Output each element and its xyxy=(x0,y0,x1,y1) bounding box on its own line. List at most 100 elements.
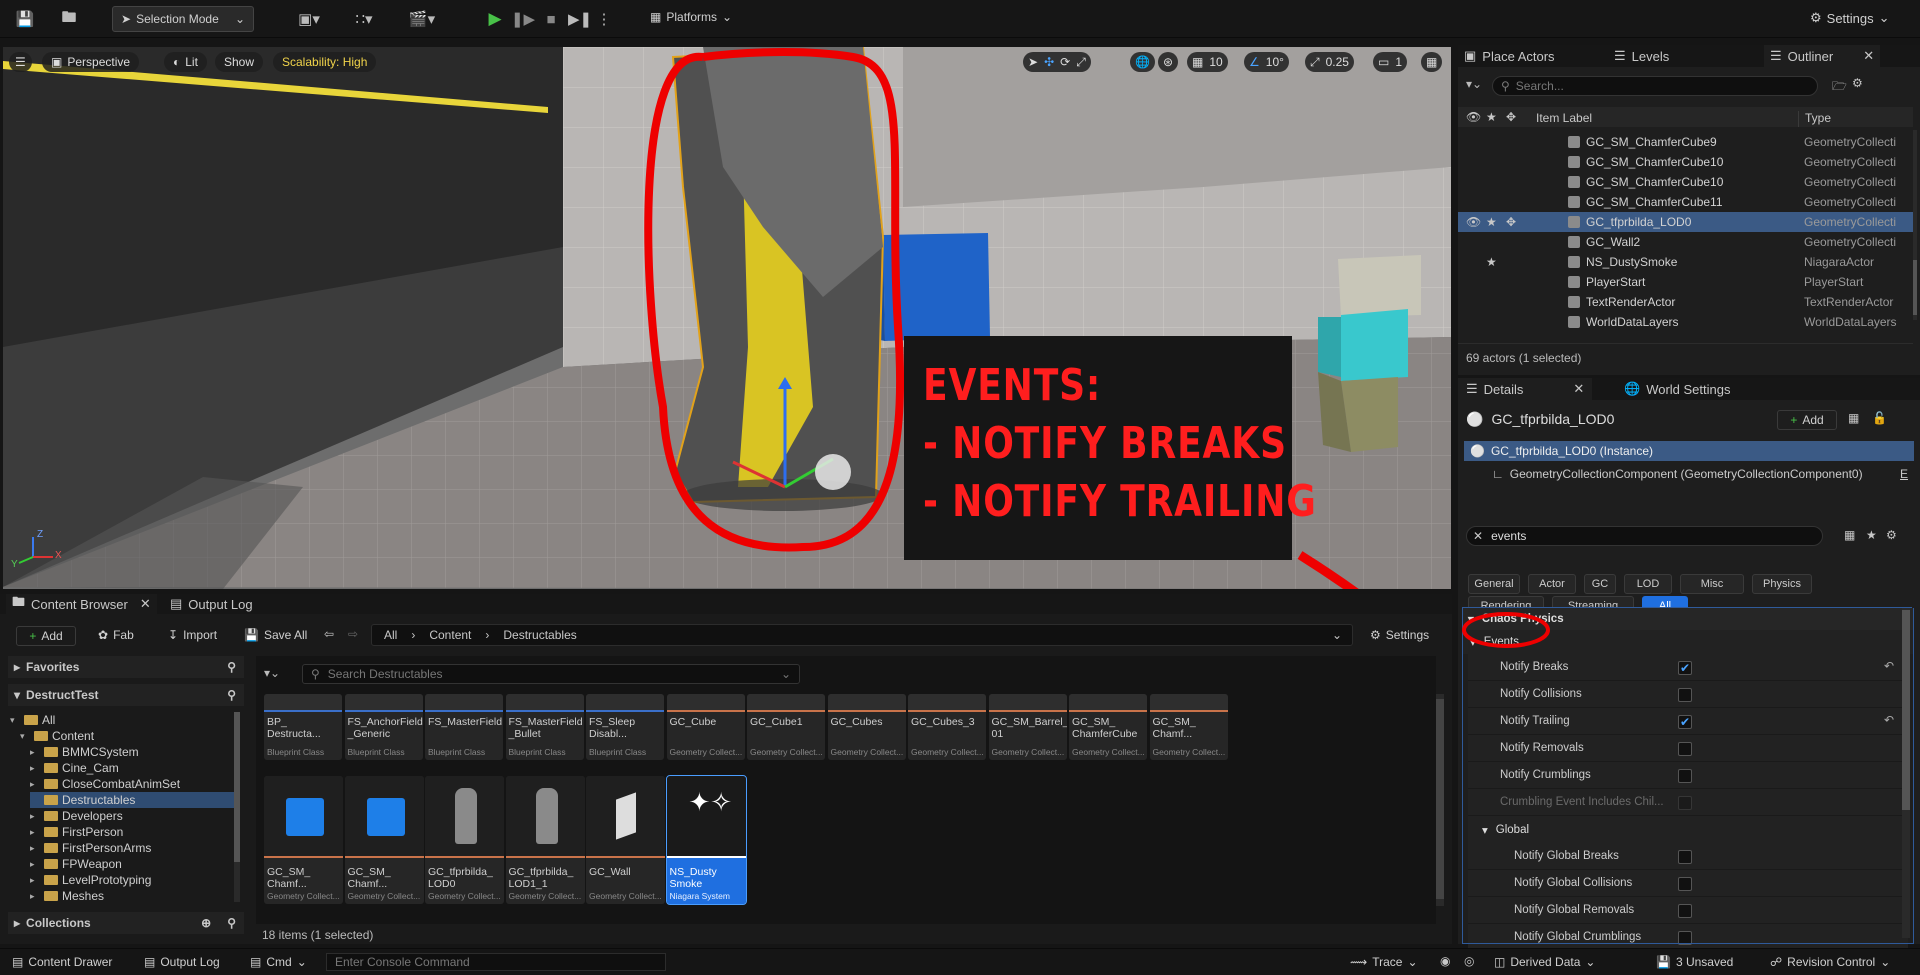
outliner-scrollbar[interactable] xyxy=(1913,130,1917,320)
eject-icon[interactable]: ▶❚ xyxy=(568,8,592,30)
outliner-row[interactable]: GC_Wall2 GeometryCollecti xyxy=(1458,232,1913,252)
cmd-dropdown[interactable]: ▤ Cmd ⌄ xyxy=(250,955,307,969)
tree-item[interactable]: ▸ FPWeapon xyxy=(30,856,122,872)
filter-general[interactable]: General xyxy=(1468,574,1520,594)
asset-tile[interactable]: GC_Cubes Geometry Collect... xyxy=(827,694,906,760)
platforms-button[interactable]: ▦ Platforms ⌄ xyxy=(650,10,732,24)
outliner-search[interactable]: ⚲ Search... xyxy=(1492,76,1818,96)
record-icon[interactable]: ◉ xyxy=(1440,954,1450,968)
lit-button[interactable]: ◐ Lit xyxy=(164,52,207,72)
surface-snap-button[interactable]: ⊛ xyxy=(1158,52,1179,72)
col-type[interactable]: Type xyxy=(1798,111,1831,127)
blueprint-icon[interactable]: ∷▾ xyxy=(346,8,382,30)
collections-header[interactable]: ▸ Collections ⊕ ⚲ xyxy=(8,912,244,934)
filter-actor[interactable]: Actor xyxy=(1528,574,1576,594)
asset-tile[interactable]: FS_MasterField Blueprint Class xyxy=(425,694,503,760)
filter-lod[interactable]: LOD xyxy=(1624,574,1672,594)
asset-tile[interactable]: ✦✧ NS_Dusty Smoke Niagara System xyxy=(665,775,747,905)
favorite-star-icon[interactable]: ★ xyxy=(1866,528,1877,542)
property-row[interactable]: Notify Global Collisions xyxy=(1468,870,1908,897)
viewport-menu-button[interactable]: ☰ xyxy=(9,52,32,72)
folder-add-icon[interactable]: 🗁 xyxy=(1832,77,1847,98)
pin-icon[interactable]: ✥ xyxy=(1506,110,1516,124)
property-row[interactable]: Notify Crumblings xyxy=(1468,762,1908,789)
output-log-button[interactable]: ▤ Output Log xyxy=(144,955,220,969)
eye-icon[interactable]: 👁 xyxy=(1466,110,1481,124)
outliner-row[interactable]: GC_SM_ChamferCube10 GeometryCollecti xyxy=(1458,152,1913,172)
filter-misc[interactable]: Misc xyxy=(1680,574,1744,594)
asset-tile[interactable]: GC_tfprbilda_ LOD1_1 Geometry Collect... xyxy=(505,776,585,904)
details-search[interactable]: ✕ events xyxy=(1466,526,1823,546)
camera-speed-button[interactable]: ▭ 1 xyxy=(1373,52,1408,72)
cb-settings-button[interactable]: ⚙ Settings xyxy=(1370,628,1429,642)
chevron-down-icon[interactable]: ⌄ xyxy=(1332,628,1342,642)
asset-tile[interactable]: GC_SM_ ChamferCube Geometry Collect... xyxy=(1069,694,1147,760)
property-row[interactable]: Notify Trailing ✔ ↶ xyxy=(1468,708,1908,735)
component-edit-link[interactable]: E xyxy=(1900,467,1908,481)
outliner-row[interactable]: WorldDataLayers WorldDataLayers xyxy=(1458,312,1913,332)
clear-search-icon[interactable]: ✕ xyxy=(1473,529,1483,543)
tree-item[interactable]: ▸ Developers xyxy=(30,808,123,824)
property-checkbox[interactable] xyxy=(1678,688,1692,702)
settings-gear-icon[interactable]: ⚙ xyxy=(1852,76,1863,90)
perspective-button[interactable]: ▣ Perspective xyxy=(42,52,140,72)
rotate-icon[interactable]: ⟳ xyxy=(1060,55,1070,69)
grid-snap-button[interactable]: ▦ 10 xyxy=(1187,52,1228,72)
tab-outliner[interactable]: ☰ Outliner ✕ xyxy=(1764,45,1881,67)
tree-item[interactable]: ▸ FirstPersonArms xyxy=(30,840,151,856)
add-actor-icon[interactable]: ▣▾ xyxy=(292,8,326,30)
cinematics-icon[interactable]: 🎬▾ xyxy=(404,8,440,30)
content-drawer-button[interactable]: ▤ Content Drawer xyxy=(12,955,112,969)
asset-tile[interactable]: GC_SM_ Chamf... Geometry Collect... xyxy=(1149,694,1228,760)
search-icon[interactable]: ⚲ xyxy=(227,688,236,702)
tree-item[interactable]: ▸ Cine_Cam xyxy=(30,760,119,776)
property-checkbox[interactable]: ✔ xyxy=(1678,661,1692,675)
move-icon[interactable]: ✣ xyxy=(1044,55,1054,69)
actor-name[interactable]: GC_tfprbilda_LOD0 xyxy=(1491,411,1614,428)
property-checkbox[interactable] xyxy=(1678,904,1692,918)
asset-tile[interactable]: GC_Wall Geometry Collect... xyxy=(586,776,665,904)
property-row[interactable]: Notify Breaks ✔ ↶ xyxy=(1468,654,1908,681)
filter-gc[interactable]: GC xyxy=(1584,574,1616,594)
asset-tile[interactable]: GC_SM_ Chamf... Geometry Collect... xyxy=(344,776,424,904)
property-checkbox[interactable] xyxy=(1678,769,1692,783)
reset-icon[interactable]: ↶ xyxy=(1884,713,1894,727)
asset-tile[interactable]: GC_SM_Barrel_ 01 Geometry Collect... xyxy=(988,694,1067,760)
star-icon[interactable]: ★ xyxy=(1486,110,1497,124)
tab-levels[interactable]: ☰ Levels xyxy=(1614,45,1669,67)
outliner-row[interactable]: GC_SM_ChamferCube10 GeometryCollecti xyxy=(1458,172,1913,192)
step-icon[interactable]: ❚▶ xyxy=(511,8,535,30)
property-row[interactable]: Notify Global Crumblings xyxy=(1468,924,1908,951)
scalability-badge[interactable]: Scalability: High xyxy=(273,52,377,72)
transform-tools[interactable]: ➤ ✣ ⟳ ⤢ xyxy=(1023,52,1091,72)
star-icon[interactable]: ★ xyxy=(1486,255,1497,269)
settings-gear-icon[interactable]: ⚙ xyxy=(1886,528,1897,542)
asset-tile[interactable]: GC_SM_ Chamf... Geometry Collect... xyxy=(264,776,343,904)
search-icon[interactable]: ⚲ xyxy=(227,660,236,674)
tree-item[interactable]: ▸ LevelPrototyping xyxy=(30,872,151,888)
close-icon[interactable]: ✕ xyxy=(1573,381,1584,397)
broadcast-icon[interactable]: ◎ xyxy=(1464,954,1474,968)
settings-button[interactable]: ⚙ Settings ⌄ xyxy=(1810,10,1890,26)
content-icon[interactable]: 🖿 xyxy=(58,8,80,30)
component-row[interactable]: ∟ GeometryCollectionComponent (GeometryCo… xyxy=(1492,467,1863,481)
pin-icon[interactable]: ✥ xyxy=(1506,215,1516,229)
outliner-row[interactable]: ★ NS_DustySmoke NiagaraActor xyxy=(1458,252,1913,272)
tab-content-browser[interactable]: 🖿 Content Browser ✕ xyxy=(6,594,157,614)
reset-icon[interactable]: ↶ xyxy=(1884,659,1894,673)
subsection-global[interactable]: ▾ Global xyxy=(1468,816,1908,843)
play-icon[interactable]: ▶ xyxy=(484,8,506,30)
tree-scrollbar[interactable] xyxy=(234,712,240,902)
property-checkbox[interactable] xyxy=(1678,877,1692,891)
asset-tile[interactable]: GC_tfprbilda_ LOD0 Geometry Collect... xyxy=(425,776,504,904)
back-icon[interactable]: ⇦ xyxy=(324,627,334,641)
favorites-header[interactable]: ▸ Favorites ⚲ xyxy=(8,656,244,678)
scale-icon[interactable]: ⤢ xyxy=(1076,55,1086,70)
outliner-row[interactable]: 👁 ★ ✥ GC_tfprbilda_LOD0 GeometryCollecti xyxy=(1458,212,1913,232)
property-checkbox[interactable] xyxy=(1678,742,1692,756)
asset-tile[interactable]: FS_Sleep Disabl... Blueprint Class xyxy=(586,694,664,760)
eye-icon[interactable]: 👁 xyxy=(1466,215,1481,229)
level-viewport[interactable]: EVENTS: - NOTIFY BREAKS - NOTIFY TRAILIN… xyxy=(3,47,1451,589)
property-checkbox[interactable] xyxy=(1678,850,1692,864)
property-checkbox[interactable] xyxy=(1678,931,1692,945)
